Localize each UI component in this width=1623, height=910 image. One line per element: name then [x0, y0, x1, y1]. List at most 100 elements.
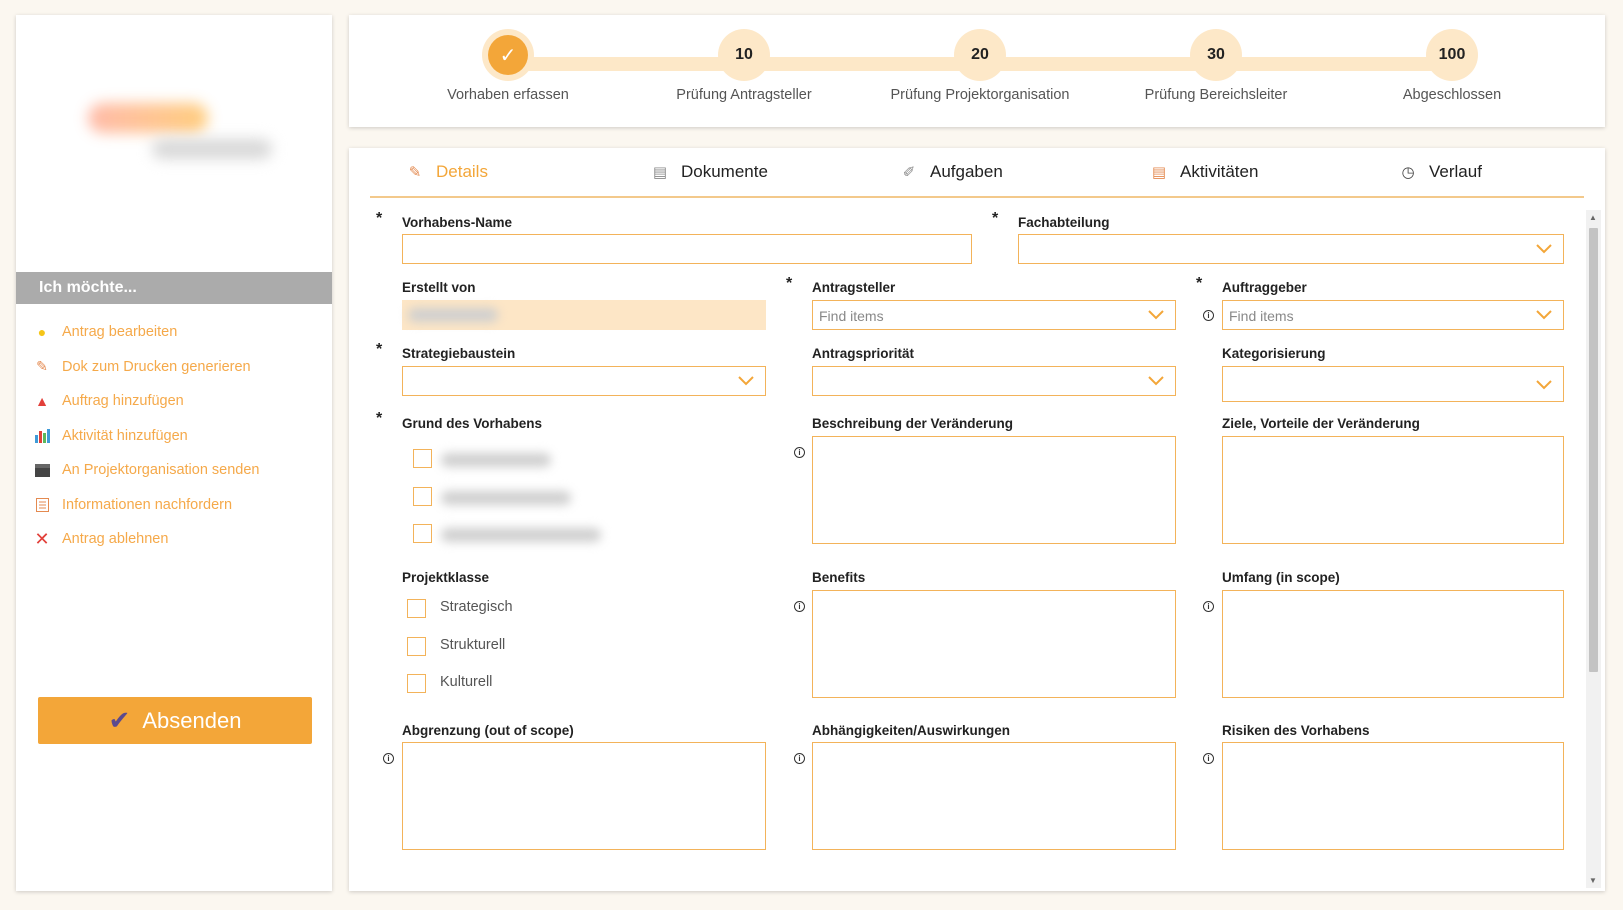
- abhaengigkeiten-label: Abhängigkeiten/Auswirkungen: [812, 723, 1011, 738]
- info-icon[interactable]: i: [1203, 310, 1214, 321]
- scroll-up-icon[interactable]: ▲: [1589, 213, 1597, 222]
- option-label: Kulturell: [440, 674, 493, 690]
- benefits-textarea[interactable]: [812, 590, 1176, 698]
- check-icon: ✓: [488, 35, 528, 75]
- step-circle: 20: [954, 29, 1006, 81]
- required-marker: *: [992, 210, 999, 227]
- info-icon[interactable]: i: [1203, 601, 1214, 612]
- clock-icon: ◷: [1401, 164, 1415, 181]
- step-pruefung-projektorganisation[interactable]: 20 Prüfung Projektorganisation: [880, 29, 1080, 103]
- clipboard-icon: ▤: [1151, 164, 1167, 181]
- tab-aufgaben[interactable]: ✐ Aufgaben: [900, 162, 1003, 182]
- siren-icon: ▲: [35, 393, 49, 410]
- info-icon[interactable]: i: [383, 753, 394, 764]
- submit-button[interactable]: ✔ Absenden: [38, 697, 312, 744]
- beschreibung-textarea[interactable]: [812, 436, 1176, 544]
- abgrenzung-label: Abgrenzung (out of scope): [402, 723, 574, 738]
- antragsprioritaet-select[interactable]: [812, 366, 1176, 396]
- step-circle: ✓: [482, 29, 534, 81]
- lightbulb-icon: ●: [37, 324, 47, 341]
- erstellt-von-label: Erstellt von: [402, 280, 476, 295]
- step-circle: 100: [1426, 29, 1478, 81]
- grund-checkbox-2[interactable]: [413, 487, 432, 506]
- ziele-label: Ziele, Vorteile der Veränderung: [1222, 416, 1420, 431]
- antragsteller-picker[interactable]: Find items: [812, 300, 1176, 330]
- menu-item-informationen-nachfordern[interactable]: Informationen nachfordern: [34, 488, 260, 523]
- vorhabens-name-input[interactable]: [402, 234, 972, 264]
- step-vorhaben-erfassen[interactable]: ✓ Vorhaben erfassen: [408, 29, 608, 103]
- tab-aktivitaeten[interactable]: ▤ Aktivitäten: [1150, 162, 1259, 182]
- menu-item-dok-drucken[interactable]: ✎ Dok zum Drucken generieren: [34, 350, 260, 385]
- grund-checkbox-3[interactable]: [413, 524, 432, 543]
- antragsteller-label: Antragsteller: [812, 280, 896, 295]
- tab-bar: ✎ Details ▤ Dokumente ✐ Aufgaben ▤ Aktiv…: [370, 148, 1584, 198]
- chevron-down-icon: [1536, 380, 1552, 390]
- risiken-label: Risiken des Vorhabens: [1222, 723, 1370, 738]
- kategorisierung-label: Kategorisierung: [1222, 346, 1326, 361]
- sidebar: Ich möchte... ● Antrag bearbeiten ✎ Dok …: [16, 15, 332, 891]
- auftraggeber-picker[interactable]: Find items: [1222, 300, 1564, 330]
- tab-details[interactable]: ✎ Details: [406, 162, 488, 182]
- tab-dokumente[interactable]: ▤ Dokumente: [651, 162, 768, 182]
- ziele-textarea[interactable]: [1222, 436, 1564, 544]
- pin-icon: ✐: [902, 164, 916, 181]
- erstellt-von-value: [402, 300, 766, 330]
- form-scrollbar[interactable]: ▲ ▼: [1586, 210, 1601, 888]
- cross-icon: ✕: [34, 528, 50, 549]
- clipboard-icon: [34, 497, 50, 513]
- edit-document-icon: ✎: [36, 358, 48, 375]
- scrollbar-thumb[interactable]: [1589, 228, 1598, 672]
- scroll-down-icon[interactable]: ▼: [1589, 876, 1597, 885]
- menu-item-aktivitaet-hinzufuegen[interactable]: Aktivität hinzufügen: [34, 419, 260, 454]
- required-marker: *: [1196, 275, 1203, 292]
- step-abgeschlossen[interactable]: 100 Abgeschlossen: [1352, 29, 1552, 103]
- umfang-label: Umfang (in scope): [1222, 570, 1340, 585]
- vorhabens-name-label: Vorhabens-Name: [402, 215, 513, 230]
- abhaengigkeiten-textarea[interactable]: [812, 742, 1176, 850]
- clapperboard-icon: [34, 462, 50, 478]
- beschreibung-label: Beschreibung der Veränderung: [812, 416, 1014, 431]
- info-icon[interactable]: i: [794, 753, 805, 764]
- auftraggeber-label: Auftraggeber: [1222, 280, 1307, 295]
- required-marker: *: [376, 341, 383, 358]
- option-label: Strukturell: [440, 637, 506, 653]
- fachabteilung-label: Fachabteilung: [1018, 215, 1110, 230]
- step-circle: 30: [1190, 29, 1242, 81]
- menu-item-antrag-bearbeiten[interactable]: ● Antrag bearbeiten: [34, 315, 260, 350]
- info-icon[interactable]: i: [1203, 753, 1214, 764]
- projektklasse-checkbox-strukturell[interactable]: [407, 637, 426, 656]
- step-pruefung-bereichsleiter[interactable]: 30 Prüfung Bereichsleiter: [1116, 29, 1316, 103]
- tab-verlauf[interactable]: ◷ Verlauf: [1399, 162, 1481, 182]
- required-marker: *: [376, 410, 383, 427]
- grund-checkbox-1[interactable]: [413, 449, 432, 468]
- checkmark-icon: ✔: [108, 705, 131, 735]
- required-marker: *: [376, 210, 383, 227]
- main-panel: ✎ Details ▤ Dokumente ✐ Aufgaben ▤ Aktiv…: [349, 148, 1605, 891]
- projektklasse-checkbox-strategisch[interactable]: [407, 599, 426, 618]
- risiken-textarea[interactable]: [1222, 742, 1564, 850]
- action-menu: ● Antrag bearbeiten ✎ Dok zum Drucken ge…: [34, 315, 260, 557]
- info-icon[interactable]: i: [794, 601, 805, 612]
- antragsprioritaet-label: Antragspriorität: [812, 346, 915, 361]
- menu-header: Ich möchte...: [16, 272, 332, 304]
- option-label: Strategisch: [440, 599, 513, 615]
- fachabteilung-select[interactable]: [1018, 234, 1564, 264]
- kategorisierung-select[interactable]: [1222, 366, 1564, 402]
- chevron-down-icon: [738, 376, 754, 386]
- abgrenzung-textarea[interactable]: [402, 742, 766, 850]
- strategiebaustein-label: Strategiebaustein: [402, 346, 516, 361]
- required-marker: *: [786, 275, 793, 292]
- menu-item-auftrag-hinzufuegen[interactable]: ▲ Auftrag hinzufügen: [34, 384, 260, 419]
- chevron-down-icon: [1536, 310, 1552, 320]
- step-pruefung-antragsteller[interactable]: 10 Prüfung Antragsteller: [644, 29, 844, 103]
- info-icon[interactable]: i: [794, 447, 805, 458]
- strategiebaustein-select[interactable]: [402, 366, 766, 396]
- chevron-down-icon: [1148, 376, 1164, 386]
- projektklasse-checkbox-kulturell[interactable]: [407, 674, 426, 693]
- menu-item-antrag-ablehnen[interactable]: ✕ Antrag ablehnen: [34, 522, 260, 557]
- details-form: * Vorhabens-Name * Fachabteilung Erstell…: [349, 206, 1579, 891]
- workflow-stepper: ✓ Vorhaben erfassen 10 Prüfung Antragste…: [349, 15, 1605, 127]
- umfang-textarea[interactable]: [1222, 590, 1564, 698]
- menu-item-an-projektorganisation[interactable]: An Projektorganisation senden: [34, 453, 260, 488]
- edit-document-icon: ✎: [408, 164, 422, 181]
